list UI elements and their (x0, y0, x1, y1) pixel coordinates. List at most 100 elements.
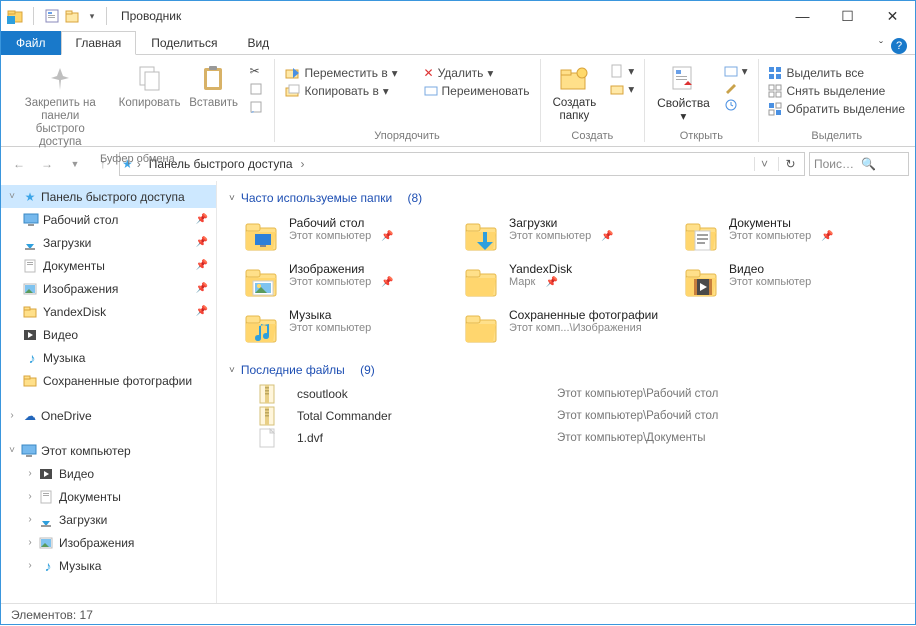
sidebar-item[interactable]: Видео (1, 323, 216, 346)
new-folder-button[interactable]: Создать папку (546, 61, 602, 125)
search-placeholder: Поиск: П... (814, 157, 857, 171)
folder-item[interactable]: ВидеоЭтот компьютер (677, 259, 897, 305)
folder-item[interactable]: Сохраненные фотографииЭтот комп...\Изобр… (457, 305, 677, 351)
folder-item[interactable]: ЗагрузкиЭтот компьютер 📌 (457, 213, 677, 259)
ribbon: Закрепить на панели быстрого доступа Коп… (1, 55, 915, 147)
tab-file[interactable]: Файл (1, 31, 61, 55)
select-none-button[interactable]: Снять выделение (764, 83, 909, 99)
item-icon: ♪ (39, 558, 57, 574)
search-input[interactable]: Поиск: П... 🔍 (809, 152, 909, 176)
item-icon (23, 329, 41, 341)
sidebar-item[interactable]: Рабочий стол📌 (1, 208, 216, 231)
pin-icon: 📌 (381, 231, 393, 242)
group-folders-header[interactable]: ˅Часто используемые папки (8) (217, 187, 915, 209)
pin-icon: 📌 (196, 214, 216, 225)
new-item-button[interactable]: ▾ (606, 63, 638, 79)
sidebar-item[interactable]: Загрузки📌 (1, 231, 216, 254)
tab-home[interactable]: Главная (61, 31, 137, 55)
file-row[interactable]: csoutlookЭтот компьютер\Рабочий стол (237, 383, 915, 405)
address-dropdown-icon[interactable]: ˅ (754, 157, 774, 171)
ribbon-collapse-icon[interactable]: ˇ (879, 39, 883, 53)
folder-icon (241, 308, 281, 348)
edit-button[interactable] (720, 81, 752, 95)
group-select-title: Выделить (764, 128, 909, 144)
pin-icon: 📌 (545, 277, 557, 288)
sidebar-item[interactable]: ›Загрузки (1, 508, 216, 531)
sidebar-item[interactable]: ›♪Музыка (1, 554, 216, 577)
help-icon[interactable]: ? (891, 38, 907, 54)
copy-to-button[interactable]: Копировать в ▾ (281, 83, 402, 99)
refresh-button[interactable]: ↻ (778, 157, 802, 171)
status-bar: Элементов: 17 (1, 603, 915, 626)
select-all-button[interactable]: Выделить все (764, 65, 909, 81)
tab-view[interactable]: Вид (232, 31, 284, 55)
item-icon (23, 283, 41, 295)
folder-item[interactable]: YandexDiskМарк 📌 (457, 259, 677, 305)
maximize-button[interactable]: ☐ (825, 1, 870, 31)
sidebar-item[interactable]: ›Видео (1, 462, 216, 485)
qat-properties-icon[interactable] (44, 8, 60, 24)
paste-shortcut-button[interactable] (246, 99, 268, 115)
pin-icon: 📌 (381, 277, 393, 288)
app-icon (7, 8, 23, 24)
folder-icon (461, 262, 501, 302)
pin-icon (44, 63, 76, 95)
sidebar-item[interactable]: YandexDisk📌 (1, 300, 216, 323)
file-icon (237, 428, 297, 448)
folder-item[interactable]: МузыкаЭтот компьютер (237, 305, 457, 351)
delete-button[interactable]: ✕Удалить ▾ (420, 65, 534, 81)
item-icon: ♪ (23, 350, 41, 366)
invert-selection-button[interactable]: Обратить выделение (764, 101, 909, 117)
sidebar-item[interactable]: Изображения📌 (1, 277, 216, 300)
sidebar-item[interactable]: ♪Музыка (1, 346, 216, 369)
item-icon (39, 513, 57, 527)
window-title: Проводник (121, 9, 181, 23)
pin-icon: 📌 (196, 260, 216, 271)
file-row[interactable]: Total CommanderЭтот компьютер\Рабочий ст… (237, 405, 915, 427)
group-files-header[interactable]: ˅Последние файлы (9) (217, 359, 915, 381)
properties-button[interactable]: Свойства▾ (651, 61, 716, 126)
sidebar-quick-access[interactable]: ˅★Панель быстрого доступа (1, 185, 216, 208)
folder-item[interactable]: Рабочий столЭтот компьютер 📌 (237, 213, 457, 259)
folder-icon (241, 262, 281, 302)
cut-icon: ✂ (250, 64, 260, 78)
sidebar-this-pc[interactable]: ˅Этот компьютер (1, 439, 216, 462)
rename-button[interactable]: Переименовать (420, 83, 534, 99)
history-button[interactable] (720, 97, 752, 113)
item-icon (39, 537, 57, 549)
open-button[interactable]: ▾ (720, 63, 752, 79)
group-open-title: Открыть (651, 128, 751, 144)
tab-share[interactable]: Поделиться (136, 31, 232, 55)
sidebar-item[interactable]: Сохраненные фотографии (1, 369, 216, 392)
new-folder-icon (558, 63, 590, 95)
sidebar-item[interactable]: Документы📌 (1, 254, 216, 277)
close-button[interactable]: ✕ (870, 1, 915, 31)
paste-button[interactable]: Вставить (186, 61, 242, 112)
folder-item[interactable]: ИзображенияЭтот компьютер 📌 (237, 259, 457, 305)
sidebar-item[interactable]: ›Документы (1, 485, 216, 508)
copy-button[interactable]: Копировать (118, 61, 182, 112)
pin-quickaccess-button[interactable]: Закрепить на панели быстрого доступа (7, 61, 114, 151)
cut-button[interactable]: ✂ (246, 63, 268, 79)
file-icon (237, 384, 297, 404)
file-row[interactable]: 1.dvfЭтот компьютер\Документы (237, 427, 915, 449)
item-icon (23, 236, 41, 250)
item-icon (23, 259, 41, 273)
sidebar-onedrive[interactable]: ›☁OneDrive (1, 404, 216, 427)
qat-dropdown-icon[interactable]: ▾ (84, 8, 100, 24)
paste-icon (198, 63, 230, 95)
copy-icon (134, 63, 166, 95)
move-to-button[interactable]: Переместить в ▾ (281, 65, 402, 81)
copy-path-button[interactable] (246, 81, 268, 97)
qat-newfolder-icon[interactable] (64, 8, 80, 24)
sidebar-item[interactable]: ›Изображения (1, 531, 216, 554)
properties-icon (667, 63, 699, 95)
titlebar: ▾ Проводник — ☐ ✕ (1, 1, 915, 31)
ribbon-tabs: Файл Главная Поделиться Вид ˇ ? (1, 31, 915, 55)
cloud-icon: ☁ (21, 409, 39, 423)
minimize-button[interactable]: — (780, 1, 825, 31)
star-icon: ★ (21, 190, 39, 204)
folder-item[interactable]: ДокументыЭтот компьютер 📌 (677, 213, 897, 259)
easy-access-button[interactable]: ▾ (606, 81, 638, 97)
status-item-count: Элементов: 17 (11, 608, 93, 622)
